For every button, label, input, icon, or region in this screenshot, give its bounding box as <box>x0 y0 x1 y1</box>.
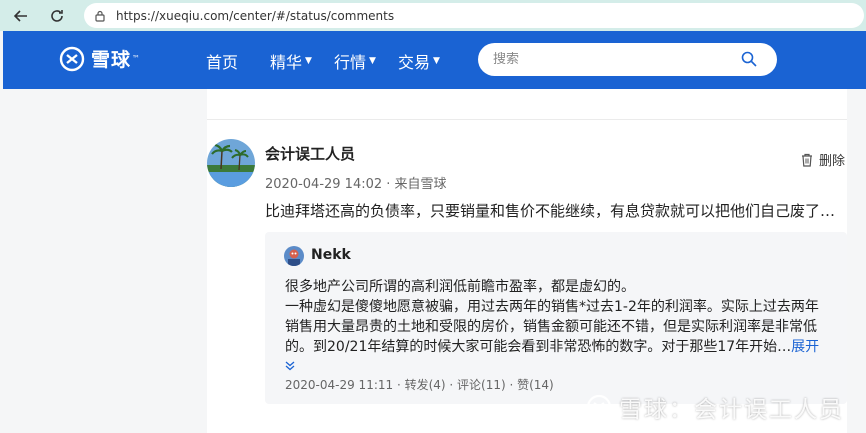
post-content: 比迪拜塔还高的负债率，只要销量和售价不能继续，有息贷款就可以把他们自己废了… <box>265 202 836 220</box>
comment-feed: 会计误工人员 2020-04-29 14:02 · 来自雪球 删除 比迪拜塔还高… <box>207 89 847 433</box>
expand-label: 展开 <box>791 339 820 355</box>
logo-icon <box>586 394 612 420</box>
search-input[interactable] <box>493 52 733 67</box>
watermark: 雪球：会计误工人员 <box>585 390 844 424</box>
logo-icon <box>59 46 85 71</box>
quoted-status[interactable]: Nekk 很多地产公司所谓的高利润低前瞻市盈率，都是虚幻的。 一种虚幻是傻傻地愿… <box>265 232 847 404</box>
browser-toolbar: https://xueqiu.com/center/#/status/comme… <box>0 0 866 31</box>
watermark-text: 雪球：会计误工人员 <box>619 397 844 423</box>
nav-label: 首页 <box>206 53 239 72</box>
caret-down-icon: ▼ <box>305 56 312 66</box>
quote-line: 很多地产公司所谓的高利润低前瞻市盈率，都是虚幻的。 <box>285 279 635 295</box>
nav-label: 交易 <box>398 53 431 72</box>
site-logo[interactable]: 雪球 ™ <box>59 45 140 72</box>
nav-label: 行情 <box>334 53 367 72</box>
quote-line: 一种虚幻是傻傻地愿意被骗，用过去两年的销售*过去1-2年的利润率。实际上过去两年 <box>285 299 819 315</box>
address-bar[interactable]: https://xueqiu.com/center/#/status/comme… <box>84 3 864 28</box>
back-arrow-icon[interactable] <box>10 5 32 27</box>
divider <box>207 119 847 120</box>
nav-market[interactable]: 行情 ▼ <box>334 49 376 73</box>
post-meta: 2020-04-29 14:02 · 来自雪球 <box>265 177 447 192</box>
search-box <box>478 43 777 76</box>
nav-trade[interactable]: 交易 ▼ <box>398 49 440 73</box>
reload-icon[interactable] <box>46 5 68 27</box>
quote-line: 销售用大量昂贵的土地和受限的房价，销售金额可能还不错，但是实际利润率是非常低 <box>285 319 817 335</box>
nav-featured[interactable]: 精华 ▼ <box>270 49 312 73</box>
delete-button[interactable]: 删除 <box>801 150 845 169</box>
avatar[interactable] <box>207 139 255 187</box>
nav-label: 精华 <box>270 53 303 72</box>
trademark: ™ <box>132 54 141 63</box>
quote-text: 很多地产公司所谓的高利润低前瞻市盈率，都是虚幻的。 一种虚幻是傻傻地愿意被骗，用… <box>285 277 825 377</box>
quote-username[interactable]: Nekk <box>311 247 351 263</box>
lock-icon <box>94 10 106 22</box>
url-text: https://xueqiu.com/center/#/status/comme… <box>116 8 395 23</box>
logo-text: 雪球 <box>91 49 132 71</box>
post-username[interactable]: 会计误工人员 <box>265 143 355 164</box>
chevron-double-down-icon <box>285 361 295 371</box>
quote-avatar[interactable] <box>284 246 304 266</box>
nav-home[interactable]: 首页 <box>206 49 238 73</box>
quote-line: 的。到20/21年结算的时候大家可能会看到非常恐怖的数字。对于那些17年开始… <box>285 339 792 355</box>
caret-down-icon: ▼ <box>433 56 440 66</box>
delete-label: 删除 <box>819 154 846 169</box>
site-header: 雪球 ™ 首页 精华 ▼ 行情 ▼ 交易 ▼ <box>3 31 866 89</box>
trash-icon <box>802 153 812 167</box>
quote-line-last: 的。到20/21年结算的时候大家可能会看到非常恐怖的数字。对于那些17年开始…展… <box>285 337 825 377</box>
caret-down-icon: ▼ <box>369 56 376 66</box>
search-icon[interactable] <box>741 51 757 71</box>
quote-footer: 2020-04-29 11:11 · 转发(4) · 评论(11) · 赞(14… <box>285 378 554 392</box>
